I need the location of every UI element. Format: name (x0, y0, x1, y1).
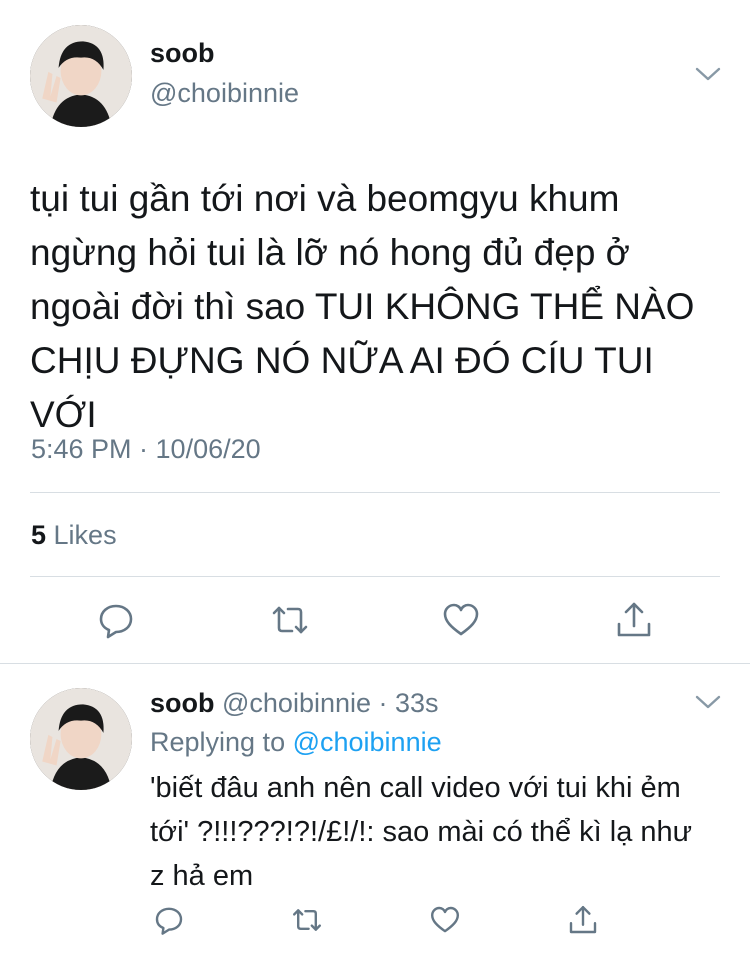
avatar[interactable] (30, 688, 132, 790)
retweet-icon[interactable] (270, 600, 310, 640)
likes-stat[interactable]: 5 Likes (31, 520, 117, 551)
handle-and-time: @choibinnie · 33s (214, 688, 439, 718)
reply-icon[interactable] (153, 904, 185, 936)
replying-prefix: Replying to (150, 727, 293, 757)
divider (30, 492, 720, 493)
share-icon[interactable] (567, 904, 599, 936)
avatar[interactable] (30, 25, 132, 127)
user-handle[interactable]: @choibinnie (150, 78, 299, 109)
share-icon[interactable] (614, 600, 654, 640)
reply-text: 'biết đâu anh nên call video với tui khi… (150, 772, 693, 892)
chevron-down-icon[interactable] (695, 694, 721, 710)
replying-to-link[interactable]: @choibinnie (293, 727, 442, 757)
reply-icon[interactable] (96, 600, 136, 640)
replying-to: Replying to @choibinnie (150, 727, 442, 758)
tweet-separator (0, 663, 750, 664)
likes-count: 5 (31, 520, 47, 550)
display-name[interactable]: soob (150, 38, 215, 69)
display-name: soob (150, 688, 215, 718)
tweet-text: tụi tui gần tới nơi và beomgyu khum ngừn… (30, 178, 695, 435)
chevron-down-icon[interactable] (695, 66, 721, 82)
likes-label: Likes (46, 520, 117, 550)
reply-header[interactable]: soob @choibinnie · 33s (150, 688, 439, 719)
tweet-timestamp[interactable]: 5:46 PM · 10/06/20 (31, 434, 261, 465)
divider (30, 576, 720, 577)
retweet-icon[interactable] (291, 904, 323, 936)
heart-icon[interactable] (429, 904, 461, 936)
heart-icon[interactable] (441, 600, 481, 640)
